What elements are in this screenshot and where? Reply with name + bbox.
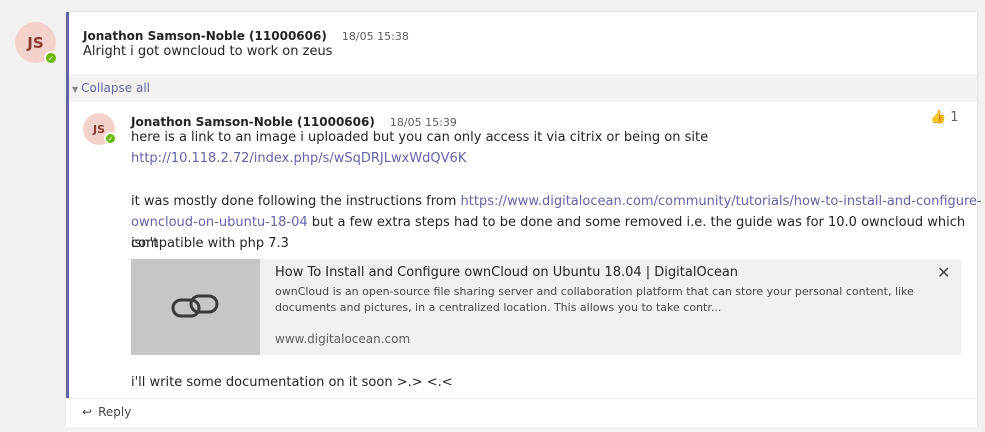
thread-accent-bar — [66, 12, 69, 398]
collapse-all-button[interactable]: ▼ Collapse all — [72, 81, 150, 95]
link-preview-thumbnail — [131, 259, 260, 355]
author-name[interactable]: Jonathon Samson-Noble (11000606) — [83, 29, 327, 43]
like-reaction[interactable]: 👍 1 — [930, 110, 958, 125]
presence-available-icon: ✓ — [44, 51, 58, 65]
message-line: it was mostly done following the instruc… — [131, 191, 982, 212]
reply-label: Reply — [98, 405, 132, 419]
message-text: Alright i got owncloud to work on zeus — [83, 44, 333, 59]
link-preview-description: ownCloud is an open-source file sharing … — [275, 285, 914, 314]
avatar-initials: JS — [27, 33, 44, 52]
link-icon — [171, 294, 218, 318]
text-segment: it was mostly done following the instruc… — [131, 194, 461, 209]
guide-link[interactable]: https://www.digitalocean.com/community/t… — [461, 194, 982, 209]
image-link[interactable]: http://10.118.2.72/index.php/s/wSqDRJLwx… — [131, 151, 466, 166]
close-icon[interactable]: ✕ — [937, 263, 950, 282]
reply-row: ↩ Reply — [66, 398, 977, 427]
guide-link[interactable]: owncloud-on-ubuntu-18-04 — [131, 215, 308, 230]
collapse-all-label: Collapse all — [81, 81, 150, 95]
message-line: here is a link to an image i uploaded bu… — [131, 130, 709, 145]
avatar-initials: JS — [92, 122, 105, 136]
message-line: http://10.118.2.72/index.php/s/wSqDRJLwx… — [131, 148, 466, 169]
message-line: compatible with php 7.3 — [131, 236, 289, 251]
message-header: Jonathon Samson-Noble (11000606) 18/05 1… — [83, 25, 409, 44]
link-preview-title[interactable]: How To Install and Configure ownCloud on… — [275, 265, 738, 280]
link-preview-card[interactable]: How To Install and Configure ownCloud on… — [131, 259, 961, 355]
chevron-down-icon: ▼ — [72, 85, 79, 94]
root-message: Jonathon Samson-Noble (11000606) 18/05 1… — [66, 12, 977, 73]
message-line: i'll write some documentation on it soon… — [131, 375, 453, 390]
timestamp: 18/05 15:38 — [341, 30, 409, 43]
thumbs-up-icon: 👍 — [930, 110, 947, 125]
reply-arrow-icon: ↩ — [82, 405, 93, 419]
link-preview-domain: www.digitalocean.com — [275, 332, 411, 346]
collapse-row: ▼ Collapse all — [66, 74, 977, 102]
presence-available-icon: ✓ — [104, 132, 117, 145]
reaction-count: 1 — [950, 110, 959, 125]
reply-button[interactable]: ↩ Reply — [82, 405, 131, 419]
